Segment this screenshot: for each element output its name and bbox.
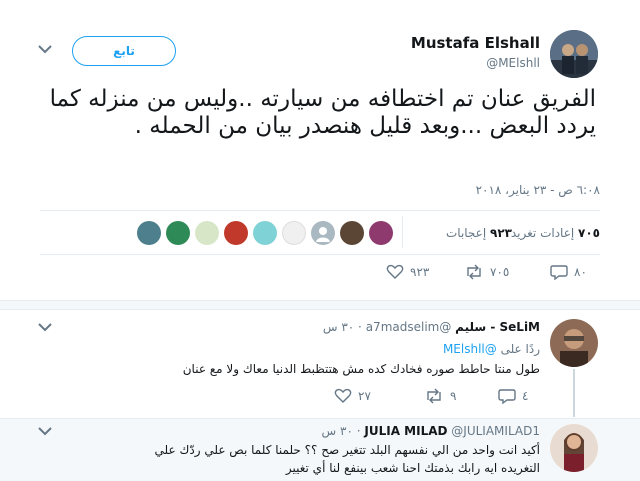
retweets-count: ٧٠٥ — [578, 226, 600, 240]
liker-avatar[interactable] — [369, 221, 393, 245]
heart-icon — [334, 388, 352, 404]
replying-to-prefix: ردًا على — [500, 342, 540, 356]
liker-avatar[interactable] — [282, 221, 306, 245]
liker-avatar[interactable] — [340, 221, 364, 245]
replying-to-handle[interactable]: @MElshll — [443, 342, 497, 356]
retweet-action[interactable]: ٧٠٥ — [464, 264, 509, 280]
caret-down-icon[interactable] — [38, 44, 52, 54]
thread-line — [573, 369, 575, 417]
reply-time[interactable]: ٣٠ س — [323, 320, 354, 334]
reply-author-name[interactable]: JULIA MILAD — [364, 424, 447, 438]
reply-retweet-action[interactable]: ٩ — [424, 388, 456, 404]
reply-header: SeLiM - سليم @a7madselim · ٣٠ س — [322, 320, 540, 334]
reply-text-line: التغريده ايه رابك بذمتك احنا شعب بينفع ل… — [285, 461, 540, 475]
liker-avatar-default[interactable] — [311, 221, 335, 245]
reply-reply-count: ٤ — [522, 389, 529, 403]
stats-separator — [402, 216, 403, 248]
author-avatar[interactable] — [550, 30, 598, 78]
retweet-icon — [464, 264, 484, 280]
reply-like-action[interactable]: ٢٧ — [334, 388, 371, 404]
likes-label: إعجابات — [445, 226, 487, 240]
retweets-label: إعادات تغريد — [510, 226, 575, 240]
reply-header: JULIA MILAD @JULIAMILAD1 · ٣٠ س — [321, 424, 540, 438]
author-name[interactable]: Mustafa Elshall — [411, 34, 540, 52]
divider — [40, 210, 600, 211]
reply-author-handle[interactable]: @JULIAMILAD1 — [451, 424, 540, 438]
reply-reply-action[interactable]: ٤ — [498, 388, 528, 404]
reply-text-line: أكيد انت واحد من الي نفسهم البلد تتغير ص… — [154, 443, 540, 457]
liker-avatar[interactable] — [253, 221, 277, 245]
likes-count: ٩٢٣ — [490, 226, 512, 240]
reply-author-name[interactable]: SeLiM - سليم — [455, 320, 540, 334]
reply-count: ٨٠ — [574, 265, 587, 279]
reply-author-handle[interactable]: @a7madselim — [366, 320, 452, 334]
reply-retweet-count: ٩ — [450, 389, 457, 403]
liker-avatar[interactable] — [195, 221, 219, 245]
author-handle[interactable]: @MElshll — [486, 56, 540, 70]
like-action[interactable]: ٩٢٣ — [386, 264, 429, 280]
reply-time[interactable]: ٣٠ س — [322, 424, 353, 438]
follow-button[interactable]: تابع — [72, 36, 176, 66]
divider — [40, 254, 600, 255]
likes-stat[interactable]: ٩٢٣ إعجابات — [446, 226, 512, 240]
retweets-stat[interactable]: ٧٠٥ إعادات تغريد — [511, 226, 600, 240]
retweet-icon — [424, 388, 444, 404]
caret-down-icon[interactable] — [38, 322, 52, 332]
tweet-text: الفريق عنان تم اختطافه من سيارته ..وليس … — [49, 86, 596, 139]
reply-like-count: ٢٧ — [358, 389, 371, 403]
reply-avatar[interactable] — [550, 424, 598, 472]
tweet-timestamp[interactable]: ٦:٠٨ ص - ٢٣ يناير، ٢٠١٨ — [476, 183, 600, 197]
caret-down-icon[interactable] — [38, 426, 52, 436]
heart-icon — [386, 264, 404, 280]
reply-action[interactable]: ٨٠ — [550, 264, 587, 280]
reply-icon — [550, 264, 568, 280]
like-count: ٩٢٣ — [410, 265, 430, 279]
reply-icon — [498, 388, 516, 404]
liker-avatar[interactable] — [224, 221, 248, 245]
replying-to: ردًا على @MElshll — [443, 342, 540, 356]
liker-avatar[interactable] — [166, 221, 190, 245]
reply-text: طول منتا حاطط صوره فخادك كده مش هتتظبط ا… — [182, 362, 540, 376]
liker-avatar[interactable] — [137, 221, 161, 245]
retweet-count: ٧٠٥ — [490, 265, 510, 279]
reply-avatar[interactable] — [550, 319, 598, 367]
